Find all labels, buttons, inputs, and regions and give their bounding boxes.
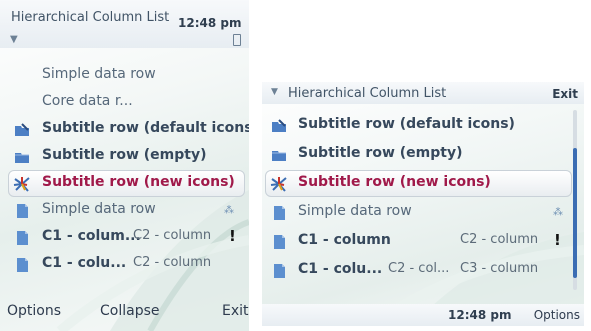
document-icon: [274, 206, 285, 220]
scrollbar-track[interactable]: [573, 110, 577, 290]
document-icon: [17, 204, 28, 218]
collapse-softkey[interactable]: Collapse: [100, 303, 160, 319]
control-pane: 12:48 pm Options: [262, 304, 584, 326]
document-icon: [17, 258, 28, 272]
column2-label: C2 - col...: [388, 261, 450, 276]
column1-label: C1 - colu...: [298, 261, 383, 277]
list-item[interactable]: C1 - colum... C2 - column !: [0, 224, 249, 251]
row-label: Core data r...: [42, 93, 133, 109]
list-item[interactable]: Simple data row ⁂: [262, 199, 572, 226]
list-item[interactable]: C1 - colu... C2 - col... C3 - column: [262, 257, 572, 284]
list-item[interactable]: C1 - colu... C2 - column: [0, 251, 249, 278]
options-softkey[interactable]: Options: [534, 308, 580, 322]
star-burst-icon: [13, 177, 30, 192]
document-icon: [17, 231, 28, 245]
subtitle-row[interactable]: Subtitle row (empty): [0, 143, 249, 170]
scrollbar-thumb[interactable]: [573, 148, 577, 278]
column1-label: C1 - colu...: [42, 255, 127, 271]
list-item[interactable]: Core data r...: [0, 89, 249, 116]
column2-label: C2 - column: [133, 228, 212, 243]
folder-icon: [15, 153, 29, 163]
column1-label: C1 - column: [298, 232, 391, 248]
document-icon: [274, 235, 285, 249]
subtitle-row[interactable]: Subtitle row (default icons): [0, 116, 249, 143]
row-label: Simple data row: [42, 66, 156, 82]
column2-label: C2 - column: [460, 232, 539, 247]
subtitle-row-selected[interactable]: Subtitle row (new icons): [262, 170, 572, 197]
list-item[interactable]: Simple data row ⁂: [0, 197, 249, 224]
clock-label: 12:48 pm: [178, 16, 242, 30]
title-label: Hierarchical Column List: [11, 10, 170, 25]
star-burst-icon: [270, 177, 287, 192]
row-label: Simple data row: [42, 201, 156, 217]
row-label: Subtitle row (new icons): [298, 174, 491, 190]
signal-icon: ▼: [10, 34, 18, 45]
subtitle-row-selected[interactable]: Subtitle row (new icons): [0, 170, 249, 197]
column2-label: C2 - column: [133, 255, 212, 270]
landscape-screen: ▼ Hierarchical Column List Exit Subtitle…: [262, 82, 584, 326]
title-pane: ▼ Hierarchical Column List Exit: [262, 82, 584, 104]
priority-icon: !: [554, 231, 561, 249]
folder-icon: [272, 151, 286, 161]
tree-icon: ⁂: [224, 205, 234, 216]
options-softkey[interactable]: Options: [7, 303, 61, 319]
column1-label: C1 - colum...: [42, 228, 141, 244]
tree-icon: ⁂: [553, 207, 563, 218]
battery-icon: [233, 34, 241, 46]
exit-softkey[interactable]: Exit: [222, 303, 249, 319]
signal-icon: ▼: [271, 87, 278, 97]
column3-label: C3 - column: [460, 261, 539, 276]
portrait-screen: Hierarchical Column List 12:48 pm ▼ Simp…: [0, 0, 249, 331]
document-icon: [274, 264, 285, 278]
status-pane: Hierarchical Column List 12:48 pm ▼: [0, 0, 249, 48]
subtitle-row[interactable]: Subtitle row (default icons): [262, 112, 572, 139]
row-label: Simple data row: [298, 203, 412, 219]
subtitle-row[interactable]: Subtitle row (empty): [262, 141, 572, 168]
title-label: Hierarchical Column List: [288, 86, 447, 101]
exit-softkey[interactable]: Exit: [552, 87, 578, 101]
row-label: Subtitle row (default icons): [298, 116, 515, 132]
priority-icon: !: [229, 227, 236, 245]
row-label: Subtitle row (default icons): [42, 120, 249, 136]
row-label: Subtitle row (new icons): [42, 174, 235, 190]
row-label: Subtitle row (empty): [42, 147, 207, 163]
folder-tools-icon: [272, 119, 286, 132]
list-item[interactable]: Simple data row: [0, 62, 249, 89]
list-item[interactable]: C1 - column C2 - column !: [262, 228, 572, 255]
folder-tools-icon: [15, 123, 29, 136]
clock-label: 12:48 pm: [448, 308, 512, 322]
row-label: Subtitle row (empty): [298, 145, 463, 161]
